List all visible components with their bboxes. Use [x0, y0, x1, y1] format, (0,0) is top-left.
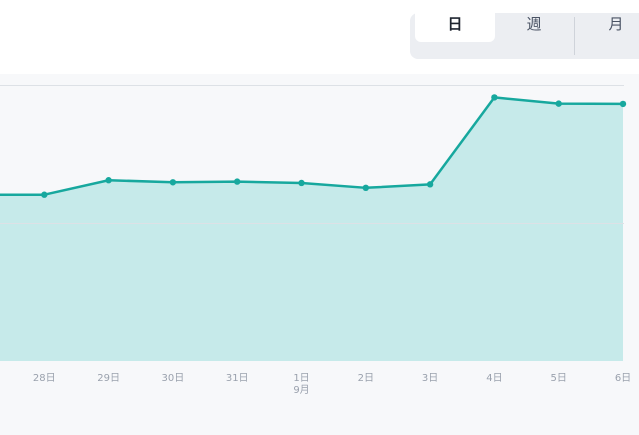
x-tick-label-3: 31日 [226, 373, 249, 384]
data-point-4 [234, 178, 241, 185]
area-chart: 28日 29日 30日 31日 1日 2日 3日 4日 5日 6日 9月 [0, 85, 631, 396]
x-tick-label-4: 1日 [293, 373, 309, 384]
x-tick-label-0: 28日 [33, 373, 56, 384]
data-point-10 [619, 100, 627, 108]
data-point-3 [169, 179, 177, 186]
x-tick-label-1: 29日 [97, 373, 120, 384]
data-point-5 [298, 179, 305, 187]
x-tick-label-6: 3日 [422, 373, 438, 384]
x-tick-label-9: 6日 [615, 373, 631, 384]
data-point-9 [555, 100, 562, 107]
data-point-1 [41, 191, 48, 198]
x-tick-label-7: 4日 [486, 373, 502, 384]
x-tick-label-2: 30日 [162, 373, 185, 384]
x-tick-label-5: 2日 [358, 373, 374, 384]
area-fill [0, 97, 623, 361]
data-point-8 [491, 94, 498, 101]
data-point-2 [105, 177, 112, 184]
month-marker-label: 9月 [293, 384, 309, 396]
data-point-6 [362, 184, 369, 192]
x-tick-label-8: 5日 [551, 373, 567, 384]
data-point-7 [426, 181, 434, 188]
